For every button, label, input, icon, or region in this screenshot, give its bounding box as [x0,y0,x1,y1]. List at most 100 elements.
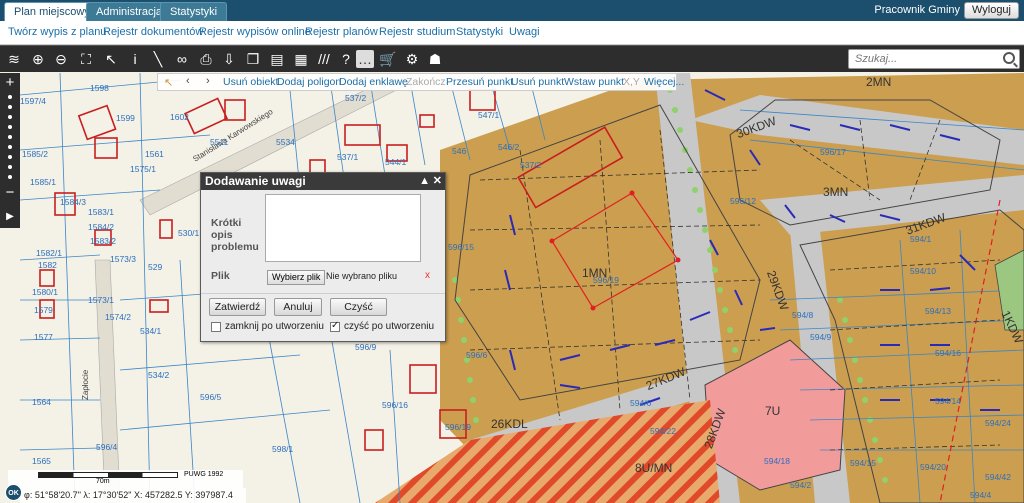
edit-xy[interactable]: X,Y [623,76,640,88]
edit-move-point[interactable]: Przesuń punkt [446,76,513,88]
layout-icon[interactable]: ▤ [268,50,286,68]
grid-icon[interactable]: ▦ [292,50,310,68]
svg-text:596/19: 596/19 [445,422,471,432]
user-map-icon[interactable]: ☗ [426,50,444,68]
zoom-level[interactable] [8,105,12,109]
more-icon[interactable]: … [356,50,374,68]
logout-button[interactable]: Wyloguj [963,2,1019,19]
edit-toolbar: ↖ ‹ › Usuń obiekt Dodaj poligon Dodaj en… [157,73,684,91]
copy-icon[interactable]: ❐ [244,50,262,68]
submit-button[interactable]: Zatwierdź [209,298,266,316]
coord-y: Y: 397987.4 [184,490,233,500]
remove-file-icon[interactable]: x [425,270,430,281]
menu-item-uwagi[interactable]: Uwagi [509,26,540,38]
info-icon[interactable]: i [126,50,144,68]
zoom-level[interactable] [8,115,12,119]
zone-label: 2MN [866,75,891,89]
close-after-checkbox[interactable] [211,322,221,332]
prev-icon[interactable]: ‹ [186,75,190,87]
add-comment-dialog: Dodawanie uwagi ▲ ✕ Krótki opis problemu… [200,172,446,342]
hatch-icon[interactable]: /// [315,50,333,68]
edit-remove-object[interactable]: Usuń obiekt [223,76,278,88]
close-icon[interactable]: ✕ [433,173,442,190]
svg-text:537/2: 537/2 [520,160,542,170]
svg-text:594/14: 594/14 [935,396,961,406]
svg-text:596/19: 596/19 [593,275,619,285]
edit-insert-point[interactable]: Wstaw punkt [564,76,624,88]
coord-lat: φ: 51°58'20.7" [24,490,81,500]
svg-text:1584/2: 1584/2 [88,222,114,232]
svg-text:1584/3: 1584/3 [60,197,86,207]
svg-text:596/15: 596/15 [448,242,474,252]
svg-text:1575/1: 1575/1 [130,164,156,174]
zoom-level[interactable] [8,175,12,179]
zoom-level[interactable] [8,125,12,129]
svg-text:596/16: 596/16 [382,400,408,410]
side-panel-toggle[interactable]: ▶ [0,207,20,227]
svg-text:594/1: 594/1 [910,234,932,244]
zoom-extent-icon[interactable]: ⛶ [77,50,95,68]
menu-item-wypis[interactable]: Twórz wypis z planu [8,26,106,38]
cancel-button[interactable]: Anuluj [274,298,322,316]
svg-text:1573/3: 1573/3 [110,254,136,264]
description-textarea[interactable] [265,194,421,262]
cursor-icon[interactable]: ↖ [164,76,173,89]
minimize-icon[interactable]: ▲ [419,173,430,190]
next-icon[interactable]: › [206,75,210,87]
measure-icon[interactable]: ╲ [149,50,167,68]
select-icon[interactable]: ↖ [102,50,120,68]
svg-text:594/10: 594/10 [910,266,936,276]
edit-more[interactable]: Więcej... [644,76,684,88]
cart-icon[interactable]: 🛒 [379,50,397,68]
zoom-in-button[interactable]: + [0,75,20,91]
clear-after-checkbox[interactable] [330,320,340,332]
help-icon[interactable]: ? [337,50,355,68]
choose-file-button[interactable]: Wybierz plik [267,270,326,285]
menu-item-rejestr-wypisow[interactable]: Rejestr wypisów online [199,26,311,38]
zoom-level[interactable] [8,135,12,139]
svg-text:1598: 1598 [90,83,109,93]
svg-text:1561: 1561 [145,149,164,159]
zoom-in-icon[interactable]: ⊕ [29,50,47,68]
svg-text:596/4: 596/4 [96,442,118,452]
zoom-level[interactable] [8,95,12,99]
menu-item-statystyki[interactable]: Statystyki [456,26,503,38]
svg-text:1573/1: 1573/1 [88,295,114,305]
download-icon[interactable]: ⇩ [220,50,238,68]
zoom-out-button[interactable]: − [0,185,20,201]
edit-finish[interactable]: Zakończ [406,76,446,88]
zoom-level[interactable] [8,145,12,149]
search-input[interactable] [849,50,994,68]
coord-lon: λ: 17°30'52" [83,490,132,500]
menu-item-rejestr-planow[interactable]: Rejestr planów [305,26,378,38]
map-canvas[interactable]: 2MN 3MN 1MN 7U 26KDL 8U/MN 27KDW 28KDW 2… [0,73,1024,503]
zoom-level[interactable] [8,155,12,159]
svg-text:1602: 1602 [170,112,189,122]
menu-item-rejestr-dokumentow[interactable]: Rejestr dokumentów [103,26,203,38]
tab-statystyki[interactable]: Statystyki [160,2,228,21]
zoom-level[interactable] [8,165,12,169]
search-icon[interactable] [1003,52,1015,64]
search-box[interactable] [848,49,1020,69]
link-icon[interactable]: ∞ [173,50,191,68]
clear-button[interactable]: Czyść [330,298,387,316]
file-name: Nie wybrano pliku [326,271,398,281]
print-icon[interactable]: ⎙ [197,50,215,68]
dialog-header[interactable]: Dodawanie uwagi ▲ ✕ [201,173,445,190]
layers-icon[interactable]: ≋ [5,50,23,68]
svg-text:546/2: 546/2 [498,142,520,152]
ok-badge[interactable]: OK [5,484,22,501]
svg-text:1565: 1565 [32,456,51,466]
svg-text:Zapłocie: Zapłocie [81,369,90,400]
settings-icon[interactable]: ⚙ [403,50,421,68]
zoom-out-icon[interactable]: ⊖ [52,50,70,68]
svg-text:1585/1: 1585/1 [30,177,56,187]
svg-text:1597/4: 1597/4 [20,96,46,106]
edit-add-enclave[interactable]: Dodaj enklawę [339,76,408,88]
zoom-control: + − [0,73,20,228]
edit-remove-point[interactable]: Usuń punkt [511,76,564,88]
edit-add-polygon[interactable]: Dodaj poligon [277,76,341,88]
clear-after-label: czyść po utworzeniu [344,321,435,332]
menu-item-rejestr-studium[interactable]: Rejestr studium [379,26,455,38]
svg-text:594/20: 594/20 [920,462,946,472]
